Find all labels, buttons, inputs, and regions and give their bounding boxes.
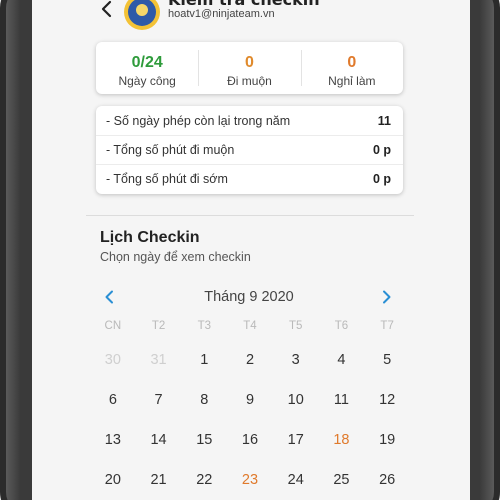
calendar-weeks: 30 31 1 2 3 4 5 6 7 8 9 10 11 12 13 14 15 16 17 18 19 20 21 22 2… — [90, 340, 410, 500]
calendar-day[interactable]: 1 — [181, 352, 227, 368]
info-value: 0 p — [372, 143, 391, 157]
stat-value: 0/24 — [131, 54, 163, 71]
stats-card: 0/24 Ngày công 0 Đi muộn 0 Nghỉ làm — [96, 42, 403, 94]
section-divider — [86, 215, 414, 216]
stat-value: 0 — [245, 54, 254, 71]
calendar-day[interactable]: 22 — [181, 472, 227, 488]
app-screen: Kiểm tra checkin hoatv1@ninjateam.vn 0/2… — [32, 0, 470, 500]
summary-card: - Số ngày phép còn lại trong năm 11 - Tổ… — [96, 106, 403, 194]
stat-absent: 0 Nghỉ làm — [300, 42, 403, 94]
calendar-day[interactable]: 19 — [364, 432, 410, 448]
info-label: - Tổng số phút đi muộn — [106, 143, 235, 157]
calendar-day[interactable]: 4 — [319, 352, 365, 368]
info-label: - Tổng số phút đi sớm — [106, 172, 228, 186]
app-header: Kiểm tra checkin hoatv1@ninjateam.vn — [32, 0, 470, 30]
calendar-day[interactable]: 23 — [227, 472, 273, 488]
stat-workdays: 0/24 Ngày công — [96, 42, 198, 94]
calendar-day[interactable]: 24 — [273, 472, 319, 488]
calendar-day[interactable]: 30 — [90, 352, 136, 368]
calendar-day[interactable]: 16 — [227, 432, 273, 448]
calendar-day[interactable]: 5 — [364, 352, 410, 368]
user-email: hoatv1@ninjateam.vn — [168, 8, 275, 20]
weekday-header: CN T2 T3 T4 T5 T6 T7 — [90, 320, 410, 340]
month-label: Tháng 9 2020 — [204, 289, 294, 305]
info-row-leave-days: - Số ngày phép còn lại trong năm 11 — [96, 106, 403, 135]
weekday-label: T2 — [151, 320, 166, 332]
calendar-day[interactable]: 18 — [319, 432, 365, 448]
chevron-right-icon[interactable] — [382, 290, 392, 304]
back-icon[interactable] — [100, 0, 114, 18]
calendar-week: 30 31 1 2 3 4 5 — [90, 340, 410, 380]
weekday-label: T4 — [243, 320, 257, 332]
weekday-label: T7 — [380, 320, 394, 332]
avatar — [124, 0, 160, 30]
calendar-day[interactable]: 7 — [136, 392, 182, 408]
calendar-day[interactable]: 20 — [90, 472, 136, 488]
calendar-day[interactable]: 26 — [364, 472, 410, 488]
calendar-day[interactable]: 2 — [227, 352, 273, 368]
info-value: 0 p — [372, 172, 391, 186]
calendar-day[interactable]: 12 — [364, 392, 410, 408]
calendar-grid: CN T2 T3 T4 T5 T6 T7 30 31 1 2 3 4 5 6 7 8 9 10 11 12… — [90, 320, 410, 500]
calendar-title: Lịch Checkin — [100, 229, 200, 246]
calendar-day[interactable]: 10 — [273, 392, 319, 408]
calendar-week: 20 21 22 23 24 25 26 — [90, 460, 410, 500]
stat-value: 0 — [347, 54, 357, 71]
calendar-week: 6 7 8 9 10 11 12 — [90, 380, 410, 420]
calendar-day[interactable]: 11 — [319, 392, 365, 408]
calendar-day[interactable]: 15 — [181, 432, 227, 448]
info-row-late-minutes: - Tổng số phút đi muộn 0 p — [96, 135, 403, 164]
calendar-day[interactable]: 25 — [319, 472, 365, 488]
stat-label: Nghỉ làm — [328, 74, 376, 88]
info-label: - Số ngày phép còn lại trong năm — [106, 113, 291, 128]
weekday-label: CN — [104, 320, 122, 332]
month-navigator: Tháng 9 2020 — [100, 288, 398, 308]
calendar-week: 13 14 15 16 17 18 19 — [90, 420, 410, 460]
calendar-subtitle: Chọn ngày để xem checkin — [100, 250, 251, 264]
stat-label: Đi muộn — [227, 74, 272, 88]
stat-late: 0 Đi muộn — [198, 42, 300, 94]
calendar-day[interactable]: 13 — [90, 432, 136, 448]
calendar-day[interactable]: 9 — [227, 392, 273, 408]
calendar-day[interactable]: 31 — [136, 352, 182, 368]
calendar-day[interactable]: 14 — [136, 432, 182, 448]
calendar-day[interactable]: 3 — [273, 352, 319, 368]
stat-label: Ngày công — [118, 74, 176, 88]
weekday-label: T3 — [197, 320, 211, 332]
calendar-day[interactable]: 6 — [90, 392, 136, 408]
info-value: 11 — [377, 113, 391, 128]
weekday-label: T5 — [288, 320, 303, 332]
weekday-label: T6 — [334, 320, 349, 332]
calendar-day[interactable]: 8 — [181, 392, 227, 408]
info-row-early-minutes: - Tổng số phút đi sớm 0 p — [96, 164, 403, 193]
calendar-day[interactable]: 17 — [273, 432, 319, 448]
calendar-day[interactable]: 21 — [136, 472, 182, 488]
